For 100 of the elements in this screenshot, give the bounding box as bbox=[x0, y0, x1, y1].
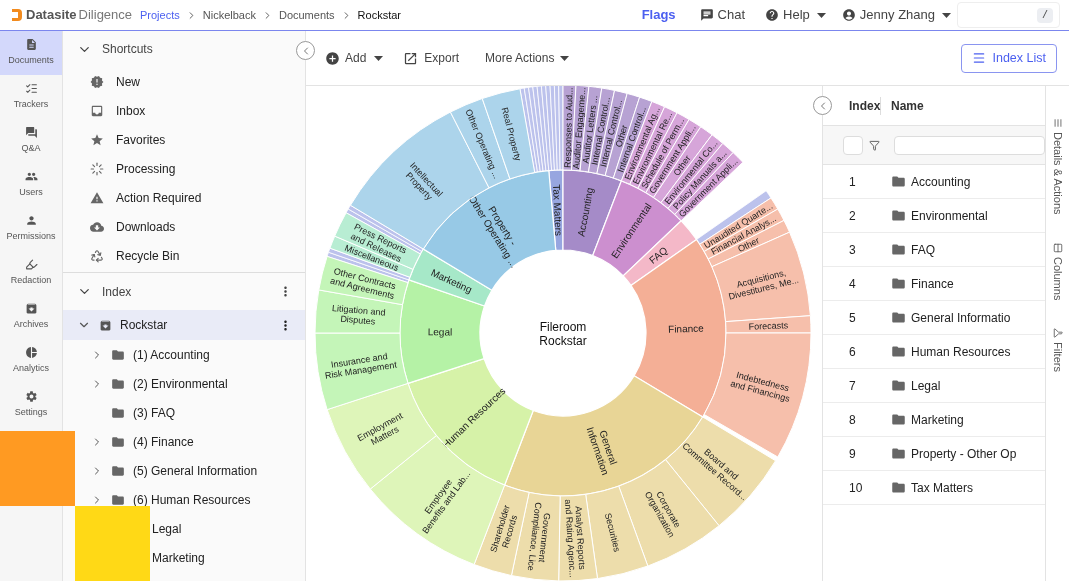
document-icon bbox=[24, 38, 38, 52]
filter-input[interactable] bbox=[894, 135, 1045, 155]
filter-icon[interactable] bbox=[869, 139, 880, 151]
column-header[interactable]: Index bbox=[849, 98, 881, 113]
nav-rail-item[interactable]: Analytics bbox=[0, 339, 62, 383]
folder-icon bbox=[891, 480, 906, 495]
shortcut-key: / bbox=[1037, 7, 1053, 23]
filter-input[interactable] bbox=[843, 135, 863, 155]
shortcut-item[interactable]: New bbox=[63, 67, 305, 96]
index-list-button[interactable]: Index List bbox=[961, 43, 1057, 73]
search-field[interactable]: / bbox=[957, 2, 1060, 28]
collapse-panel-button[interactable] bbox=[813, 96, 832, 115]
tree-item[interactable]: (1) Accounting bbox=[91, 346, 210, 363]
settings-icon bbox=[24, 390, 38, 404]
tree-item[interactable]: Legal bbox=[152, 519, 182, 538]
folder-icon bbox=[891, 208, 906, 223]
columns-icon bbox=[1052, 242, 1063, 253]
table-cell-text: 7 bbox=[848, 377, 857, 395]
folder-icon bbox=[111, 434, 125, 449]
nav-rail-item[interactable]: Trackers bbox=[0, 75, 62, 119]
tree-item[interactable]: Rockstar bbox=[63, 310, 305, 340]
column-header[interactable]: Name bbox=[891, 96, 924, 115]
shortcut-item[interactable]: Inbox bbox=[63, 96, 305, 125]
chat-button[interactable]: Chat bbox=[699, 5, 746, 25]
breadcrumb-item[interactable]: Nickelback bbox=[202, 6, 256, 24]
shortcut-item[interactable]: Processing bbox=[63, 154, 305, 183]
flags-link[interactable]: Flags bbox=[641, 5, 676, 25]
side-tab[interactable]: Filters bbox=[1049, 327, 1066, 372]
shortcut-item[interactable]: Action Required bbox=[63, 183, 305, 212]
user-menu[interactable]: Jenny Zhang bbox=[841, 5, 951, 25]
folder-icon bbox=[891, 412, 906, 427]
pen-icon bbox=[24, 258, 38, 272]
archive-icon bbox=[24, 302, 38, 316]
tree-item[interactable]: Marketing bbox=[152, 548, 205, 567]
warning-icon bbox=[90, 190, 104, 205]
nav-rail-item[interactable]: Q&A bbox=[0, 119, 62, 163]
tree-item[interactable]: (2) Environmental bbox=[91, 375, 228, 392]
table-cell-text: 6 bbox=[848, 343, 857, 361]
folder-icon bbox=[891, 276, 906, 291]
nav-rail-item[interactable]: Users bbox=[0, 163, 62, 207]
caret-icon bbox=[942, 12, 951, 18]
add-button[interactable]: Add bbox=[325, 49, 384, 67]
help-button[interactable]: Help bbox=[765, 5, 826, 25]
nav-rail-item[interactable]: Redaction bbox=[0, 251, 62, 295]
badge-icon bbox=[90, 74, 104, 89]
tree-item[interactable]: (4) Finance bbox=[91, 433, 194, 450]
nav-rail-item[interactable]: Documents bbox=[0, 31, 62, 75]
export-button[interactable]: Export bbox=[403, 49, 460, 67]
person-icon bbox=[24, 214, 38, 228]
caret-icon bbox=[374, 55, 384, 61]
folder-icon bbox=[111, 376, 125, 391]
folder-icon bbox=[891, 378, 906, 393]
export-icon bbox=[403, 50, 419, 66]
table-cell-text: Property - Other Op bbox=[911, 445, 1017, 463]
side-tab[interactable]: Columns bbox=[1049, 242, 1066, 300]
inbox-icon bbox=[90, 103, 104, 118]
folder-icon bbox=[111, 492, 125, 507]
folder-icon bbox=[891, 242, 906, 257]
breadcrumb-item[interactable]: Projects bbox=[140, 6, 180, 24]
star-icon bbox=[90, 132, 104, 147]
table-cell-text: Tax Matters bbox=[911, 479, 973, 497]
table-cell-text: 8 bbox=[848, 411, 857, 429]
shortcut-item[interactable]: Recycle Bin bbox=[63, 241, 305, 270]
table-cell-text: 5 bbox=[848, 309, 857, 327]
nav-rail-item[interactable]: Permissions bbox=[0, 207, 62, 251]
sunburst-segment[interactable]: Insurance and Risk Management bbox=[314, 332, 409, 411]
more-actions-button[interactable]: More Actions bbox=[485, 49, 570, 67]
folder-icon bbox=[111, 463, 125, 478]
folder-icon bbox=[891, 174, 906, 189]
caret-icon bbox=[816, 12, 826, 18]
breadcrumb-item[interactable]: Documents bbox=[278, 6, 335, 24]
list-icon bbox=[972, 51, 987, 65]
pie-chart-icon bbox=[24, 346, 38, 360]
table-cell-text: 9 bbox=[848, 445, 857, 463]
tree-item[interactable]: (6) Human Resources bbox=[91, 491, 251, 508]
cloud-download-icon bbox=[90, 219, 104, 234]
shortcut-item[interactable]: Downloads bbox=[63, 212, 305, 241]
product-name: Diligence bbox=[78, 6, 133, 25]
menu-icon bbox=[1052, 118, 1063, 128]
brand-name: Datasite bbox=[26, 6, 77, 25]
caret-icon bbox=[560, 55, 570, 61]
table-cell-text: Finance bbox=[911, 275, 954, 293]
folder-icon bbox=[891, 446, 906, 461]
side-tab[interactable]: Details & Actions bbox=[1049, 118, 1066, 215]
folder-icon bbox=[111, 405, 125, 420]
chat-bubble-icon bbox=[699, 8, 714, 22]
nav-rail-item[interactable]: Archives bbox=[0, 295, 62, 339]
table-cell-text: FAQ bbox=[911, 241, 935, 259]
tree-item[interactable]: (5) General Information bbox=[91, 462, 258, 479]
tree-item[interactable]: (3) FAQ bbox=[91, 404, 175, 421]
filter-icon bbox=[1052, 327, 1063, 338]
nav-rail-item[interactable]: Settings bbox=[0, 383, 62, 427]
index-header[interactable]: Index bbox=[63, 273, 305, 310]
table-cell-text: Accounting bbox=[911, 173, 971, 191]
table-cell-text: 3 bbox=[848, 241, 857, 259]
shortcut-item[interactable]: Favorites bbox=[63, 125, 305, 154]
logo-icon bbox=[12, 9, 22, 21]
shortcuts-header[interactable]: Shortcuts bbox=[63, 31, 153, 67]
breadcrumb-item[interactable]: Rockstar bbox=[357, 6, 401, 24]
table-cell-text: Marketing bbox=[911, 411, 964, 429]
